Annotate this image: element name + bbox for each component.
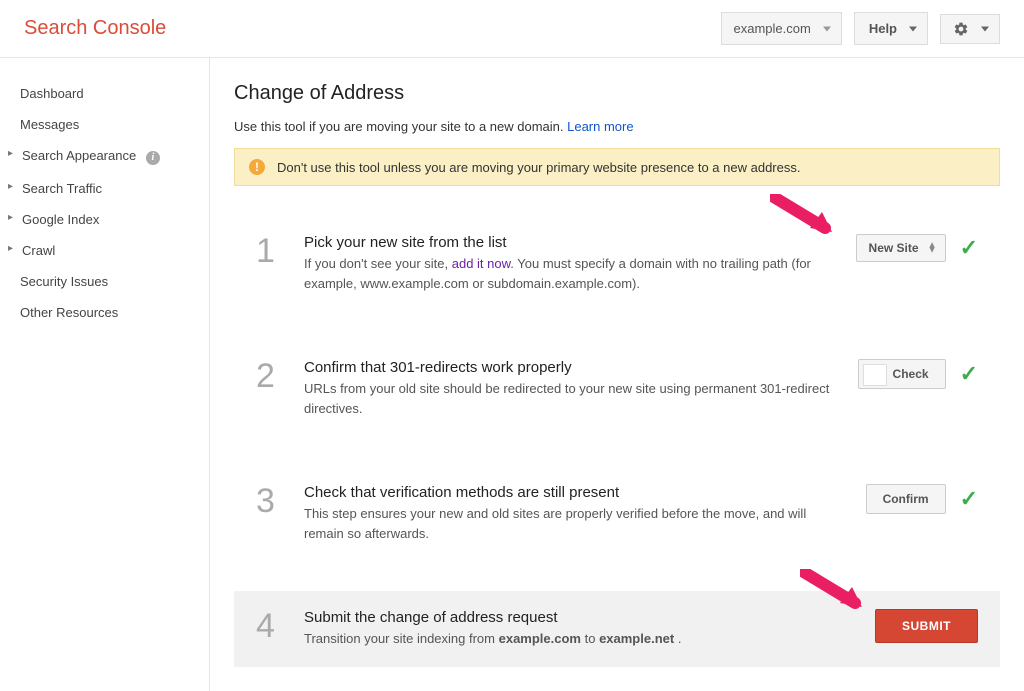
step-number: 3 xyxy=(256,484,284,518)
checkmark-icon: ✓ xyxy=(960,235,978,261)
step-desc: Transition your site indexing from examp… xyxy=(304,629,855,649)
step-number: 2 xyxy=(256,359,284,393)
warning-icon: ! xyxy=(249,159,265,175)
step-desc: If you don't see your site, add it now. … xyxy=(304,254,836,293)
settings-button[interactable] xyxy=(940,14,1000,44)
checkmark-icon: ✓ xyxy=(960,486,978,512)
page-subtitle: Use this tool if you are moving your sit… xyxy=(234,119,1000,134)
sidebar-item-security-issues[interactable]: Security Issues xyxy=(0,266,209,297)
sidebar-item-google-index[interactable]: Google Index xyxy=(0,204,209,235)
new-site-select[interactable]: New Site ▲▼ xyxy=(856,234,946,262)
step-title: Check that verification methods are stil… xyxy=(304,484,846,501)
sort-icon: ▲▼ xyxy=(928,243,937,254)
annotation-arrow xyxy=(800,569,870,615)
main-content: Change of Address Use this tool if you a… xyxy=(210,58,1024,691)
submit-button[interactable]: SUBMIT xyxy=(875,609,978,643)
info-icon[interactable]: i xyxy=(146,151,160,165)
annotation-arrow xyxy=(770,194,840,240)
gear-icon xyxy=(953,21,969,37)
step-desc: This step ensures your new and old sites… xyxy=(304,504,846,543)
sidebar-item-crawl[interactable]: Crawl xyxy=(0,235,209,266)
step-number: 4 xyxy=(256,609,284,643)
learn-more-link[interactable]: Learn more xyxy=(567,119,633,134)
add-site-link[interactable]: add it now xyxy=(452,256,511,271)
step-2: 2 Confirm that 301-redirects work proper… xyxy=(234,341,1000,436)
warning-box: ! Don't use this tool unless you are mov… xyxy=(234,148,1000,186)
sidebar-item-other-resources[interactable]: Other Resources xyxy=(0,297,209,328)
step-title: Confirm that 301-redirects work properly xyxy=(304,359,838,376)
sidebar-item-search-appearance[interactable]: Search Appearance i xyxy=(0,140,209,173)
sidebar-item-label: Search Appearance xyxy=(22,148,136,163)
property-selector[interactable]: example.com xyxy=(721,12,842,45)
step-number: 1 xyxy=(256,234,284,268)
sidebar: Dashboard Messages Search Appearance i S… xyxy=(0,58,210,691)
logo[interactable]: Search Console xyxy=(24,17,721,40)
sidebar-item-dashboard[interactable]: Dashboard xyxy=(0,78,209,109)
step-desc: URLs from your old site should be redire… xyxy=(304,379,838,418)
page-title: Change of Address xyxy=(234,82,1000,105)
warning-text: Don't use this tool unless you are movin… xyxy=(277,160,800,175)
checkmark-icon: ✓ xyxy=(960,361,978,387)
step-1: 1 Pick your new site from the list If yo… xyxy=(234,216,1000,311)
step-3: 3 Check that verification methods are st… xyxy=(234,466,1000,561)
sidebar-item-messages[interactable]: Messages xyxy=(0,109,209,140)
step-title: Pick your new site from the list xyxy=(304,234,836,251)
help-button[interactable]: Help xyxy=(854,12,928,45)
confirm-button[interactable]: Confirm xyxy=(866,484,946,514)
sidebar-item-search-traffic[interactable]: Search Traffic xyxy=(0,173,209,204)
step-title: Submit the change of address request xyxy=(304,609,855,626)
step-4: 4 Submit the change of address request T… xyxy=(234,591,1000,667)
check-button[interactable]: Check xyxy=(858,359,946,389)
